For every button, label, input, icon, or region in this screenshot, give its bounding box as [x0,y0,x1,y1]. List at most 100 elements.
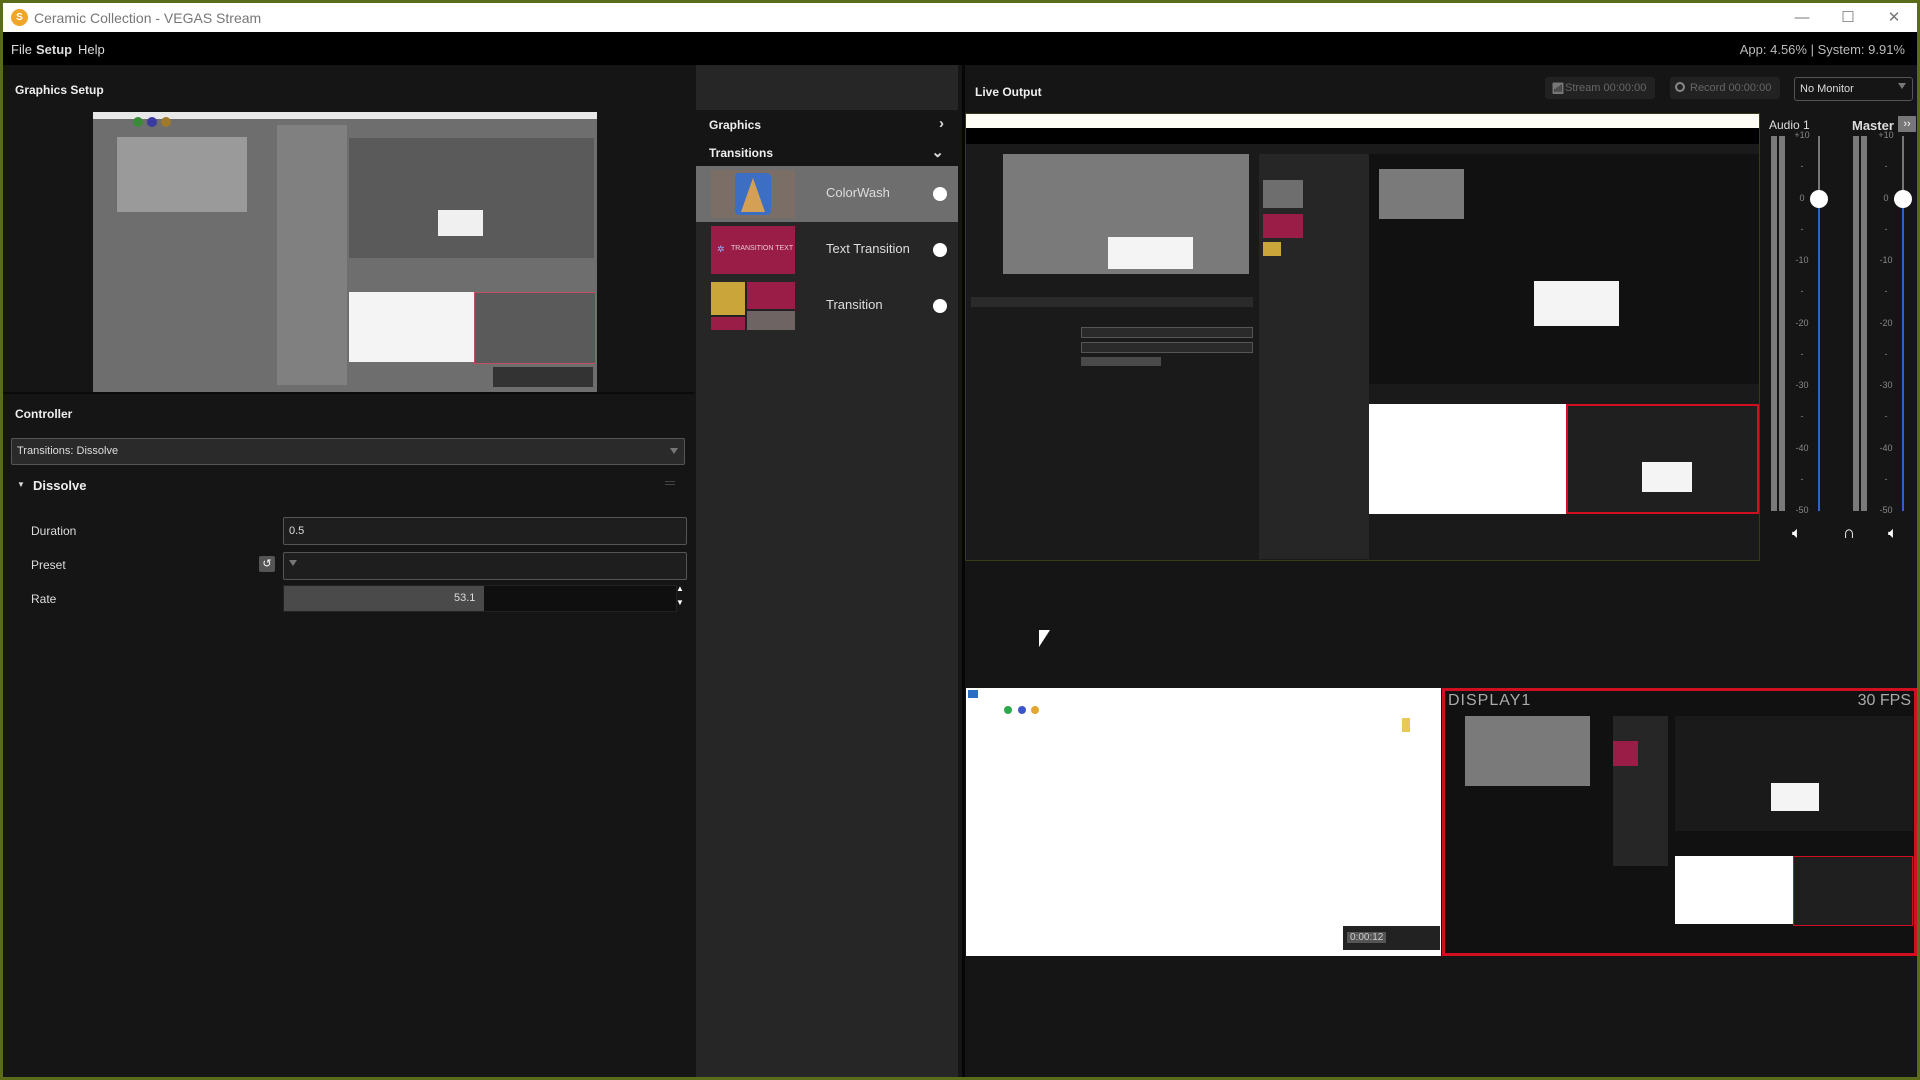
graphics-setup-preview [3,110,695,394]
record-label: Record 00:00:00 [1690,82,1772,94]
stream-button[interactable]: 📶︎ Stream 00:00:00 [1545,77,1655,99]
minimize-button[interactable]: — [1779,3,1825,32]
rate-value: 53.1 [454,592,476,604]
db-tick-label: -10 [1795,255,1809,265]
monitor-select[interactable]: No Monitor [1794,77,1913,101]
headphones-icon[interactable]: ∩ [1843,523,1855,543]
db-tick-label: -50 [1879,505,1893,515]
close-button[interactable]: ✕ [1871,3,1917,32]
desktop-capture: 0:00:12 [966,688,1441,956]
menu-setup[interactable]: Setup [36,42,72,57]
chevron-down-icon [289,560,297,566]
db-tick-label: -30 [1879,380,1893,390]
dissolve-section-title[interactable]: Dissolve [33,478,86,493]
db-tick-label: -10 [1879,255,1893,265]
db-tick-label: -50 [1795,505,1809,515]
preset-label: Preset [31,558,66,572]
cpu-stats: App: 4.56% | System: 9.91% [1739,42,1905,57]
preview-thumbnail[interactable] [93,112,597,392]
duration-value: 0.5 [289,525,305,537]
level-meter [1771,136,1777,511]
expand-mixer-button[interactable]: ›› [1898,116,1916,132]
volume-fader-master[interactable] [1894,189,1912,208]
library-panel: Graphics › Transitions ⌄ ColorWash ✲ TRA… [696,65,958,1077]
level-meter [1861,136,1867,511]
duration-label: Duration [31,524,77,538]
increment-icon[interactable]: ▲ [676,584,684,593]
db-tick-label: - [1884,223,1888,234]
db-tick-label: - [1800,223,1804,234]
db-tick-label: - [1884,348,1888,359]
select-radio[interactable] [933,243,947,257]
reset-icon[interactable]: ↺ [259,556,275,572]
rate-label: Rate [31,592,57,606]
transition-glyph-icon: ✲ [717,244,725,254]
chevron-right-icon: › [939,115,944,132]
display-capture-preview[interactable]: 0:00:12 DISPLAY1 30 FPS [966,688,1917,956]
record-icon [1675,82,1685,92]
app-logo-icon: S [11,9,28,26]
graphics-category-label: Graphics [709,118,762,132]
volume-fader-audio1[interactable] [1810,189,1828,208]
monitor-select-value: No Monitor [1800,83,1854,95]
db-tick-label: - [1884,473,1888,484]
controller-select[interactable]: Transitions: Dissolve [11,438,685,465]
db-tick-label: +10 [1878,130,1894,140]
select-radio[interactable] [933,299,947,313]
app-window: S Ceramic Collection - VEGAS Stream — ☐ … [3,3,1917,1077]
fader-fill [1818,198,1820,511]
rate-slider[interactable]: 53.1 [283,585,677,612]
db-tick-label: - [1884,286,1888,297]
stream-label: Stream 00:00:00 [1565,82,1647,94]
menu-bar: File Setup Help App: 4.56% | System: 9.9… [3,32,1917,65]
speaker-icon[interactable]: 🔈︎ [1888,525,1898,543]
graphics-setup-title: Graphics Setup [15,83,104,97]
transitions-category-label: Transitions [709,146,774,160]
transition-item-label: ColorWash [826,185,890,200]
chevron-down-icon [1898,83,1906,89]
level-meter [1779,136,1785,511]
live-output-preview[interactable] [965,113,1760,561]
transition-thumbnail [711,282,795,330]
transition-item-label: Transition [826,297,883,312]
transition-item-text-transition[interactable]: ✲ TRANSITION TEXT Text Transition [696,222,958,278]
db-tick-label: -40 [1795,442,1809,453]
db-tick-label: - [1884,161,1888,172]
transition-item-colorwash[interactable]: ColorWash [696,166,958,222]
preset-select[interactable] [283,552,687,580]
drag-handle-icon[interactable] [665,481,675,482]
audio-mixer: Audio 1 Master ›› +10-0- -10- -20- -30- -40-… [1761,113,1917,613]
live-output-title: Live Output [975,85,1042,99]
graphics-category[interactable]: Graphics › [696,110,958,138]
db-tick-label: -30 [1795,380,1809,390]
db-tick-label: - [1800,411,1804,422]
maximize-button[interactable]: ☐ [1825,3,1871,32]
title-bar: S Ceramic Collection - VEGAS Stream — ☐ … [3,3,1917,32]
graphics-setup-panel: Graphics Setup Controller Transitions: D… [3,65,695,1077]
fader-fill [1902,198,1904,511]
level-meter [1853,136,1859,511]
chevron-down-icon [670,448,678,454]
timer-widget: 0:00:12 [1343,926,1440,950]
chevron-down-icon: ⌄ [931,144,944,161]
colorwash-thumbnail [711,170,795,218]
transition-item-transition[interactable]: Transition [696,278,958,334]
db-tick-label: - [1800,348,1804,359]
controller-select-value: Transitions: Dissolve [17,445,119,457]
display1-capture: DISPLAY1 30 FPS [1442,688,1917,956]
db-tick-label: - [1800,161,1804,172]
record-button[interactable]: Record 00:00:00 [1670,77,1780,99]
menu-file[interactable]: File [11,42,32,57]
select-radio[interactable] [933,187,947,201]
db-tick-label: -40 [1879,442,1893,453]
menu-help[interactable]: Help [78,42,105,57]
transitions-category[interactable]: Transitions ⌄ [696,138,958,166]
live-output-panel: Live Output 📶︎ Stream 00:00:00 Record 00… [962,65,1917,1077]
db-tick-label: -20 [1795,317,1809,328]
collapse-triangle-icon[interactable]: ▼ [17,480,25,489]
transition-item-label: Text Transition [826,241,910,256]
speaker-icon[interactable]: 🔈︎ [1792,525,1802,543]
db-tick-label: +10 [1794,130,1810,140]
decrement-icon[interactable]: ▼ [676,598,684,607]
duration-input[interactable]: 0.5 [283,517,687,545]
